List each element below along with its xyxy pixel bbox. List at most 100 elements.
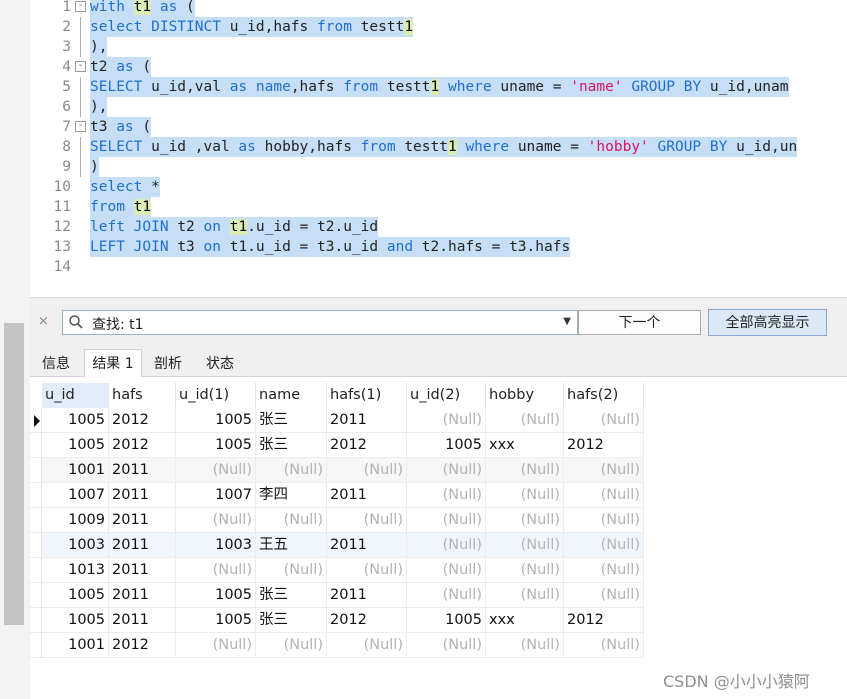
code-line[interactable]: 12 left JOIN t2 on t1.u_id = t2.u_id bbox=[30, 217, 847, 237]
row-indicator[interactable] bbox=[30, 483, 42, 508]
row-indicator[interactable] bbox=[30, 458, 42, 483]
table-cell[interactable]: 1003 bbox=[176, 533, 256, 558]
code-line[interactable]: 6), bbox=[30, 97, 847, 117]
table-cell[interactable]: 1005 bbox=[42, 433, 109, 458]
table-cell[interactable]: 2012 bbox=[564, 433, 644, 458]
table-cell[interactable]: (Null) bbox=[176, 458, 256, 483]
close-icon[interactable]: × bbox=[38, 314, 49, 329]
code-line[interactable]: 8 SELECT u_id ,val as hobby,hafs from te… bbox=[30, 137, 847, 157]
row-indicator[interactable] bbox=[30, 633, 42, 658]
table-cell[interactable]: 1005 bbox=[42, 608, 109, 633]
table-cell[interactable]: (Null) bbox=[564, 633, 644, 658]
table-cell[interactable]: (Null) bbox=[486, 633, 564, 658]
table-cell[interactable]: (Null) bbox=[564, 483, 644, 508]
tab-info[interactable]: 信息 bbox=[32, 351, 80, 377]
code-line[interactable]: 11 from t1 bbox=[30, 197, 847, 217]
row-indicator[interactable] bbox=[30, 533, 42, 558]
vertical-scrollbar-thumb[interactable] bbox=[4, 323, 24, 625]
table-cell[interactable]: 李四 bbox=[256, 483, 327, 508]
table-cell[interactable]: (Null) bbox=[564, 458, 644, 483]
table-cell[interactable]: 1005 bbox=[176, 583, 256, 608]
table-cell[interactable]: (Null) bbox=[564, 408, 644, 433]
table-cell[interactable]: (Null) bbox=[256, 558, 327, 583]
column-header[interactable]: u_id(2) bbox=[407, 383, 486, 408]
highlight-all-button[interactable]: 全部高亮显示 bbox=[708, 309, 827, 336]
table-cell[interactable]: 2011 bbox=[109, 483, 176, 508]
table-cell[interactable]: 张三 bbox=[256, 408, 327, 433]
table-cell[interactable]: (Null) bbox=[486, 558, 564, 583]
fold-toggle-icon[interactable]: - bbox=[75, 61, 86, 72]
column-header[interactable]: u_id(1) bbox=[176, 383, 256, 408]
table-cell[interactable]: (Null) bbox=[486, 533, 564, 558]
table-cell[interactable]: 张三 bbox=[256, 583, 327, 608]
table-cell[interactable]: (Null) bbox=[564, 533, 644, 558]
table-cell[interactable]: 1007 bbox=[176, 483, 256, 508]
code-line[interactable]: 2 select DISTINCT u_id,hafs from testt1 bbox=[30, 17, 847, 37]
table-cell[interactable]: (Null) bbox=[564, 583, 644, 608]
table-cell[interactable]: 2012 bbox=[564, 608, 644, 633]
table-cell[interactable]: (Null) bbox=[256, 458, 327, 483]
table-cell[interactable]: (Null) bbox=[486, 583, 564, 608]
chevron-down-icon[interactable]: ▼ bbox=[563, 316, 571, 327]
column-header[interactable]: name bbox=[256, 383, 327, 408]
table-cell[interactable]: (Null) bbox=[407, 458, 486, 483]
row-indicator[interactable] bbox=[30, 408, 42, 433]
table-cell[interactable]: 2011 bbox=[109, 608, 176, 633]
column-header[interactable]: hafs(1) bbox=[327, 383, 407, 408]
table-cell[interactable]: (Null) bbox=[327, 558, 407, 583]
table-cell[interactable]: 1007 bbox=[42, 483, 109, 508]
table-cell[interactable]: (Null) bbox=[176, 558, 256, 583]
table-cell[interactable]: (Null) bbox=[486, 483, 564, 508]
table-cell[interactable]: 张三 bbox=[256, 433, 327, 458]
table-cell[interactable]: 2012 bbox=[327, 433, 407, 458]
row-indicator[interactable] bbox=[30, 608, 42, 633]
table-cell[interactable]: (Null) bbox=[176, 508, 256, 533]
code-line[interactable]: 5 SELECT u_id,val as name,hafs from test… bbox=[30, 77, 847, 97]
table-cell[interactable]: 1005 bbox=[407, 433, 486, 458]
tab-result-1[interactable]: 结果 1 bbox=[84, 349, 142, 377]
table-cell[interactable]: (Null) bbox=[407, 583, 486, 608]
table-cell[interactable]: (Null) bbox=[564, 508, 644, 533]
table-cell[interactable]: 2011 bbox=[109, 458, 176, 483]
table-cell[interactable]: 1001 bbox=[42, 633, 109, 658]
table-cell[interactable]: (Null) bbox=[407, 408, 486, 433]
code-line[interactable]: 9) bbox=[30, 157, 847, 177]
table-cell[interactable]: (Null) bbox=[486, 508, 564, 533]
column-header[interactable]: hobby bbox=[486, 383, 564, 408]
table-cell[interactable]: (Null) bbox=[407, 508, 486, 533]
tab-status[interactable]: 状态 bbox=[194, 351, 246, 377]
table-cell[interactable]: (Null) bbox=[176, 633, 256, 658]
table-cell[interactable]: (Null) bbox=[407, 558, 486, 583]
table-cell[interactable]: 2011 bbox=[109, 533, 176, 558]
table-cell[interactable]: 2011 bbox=[109, 508, 176, 533]
table-cell[interactable]: (Null) bbox=[256, 633, 327, 658]
table-cell[interactable]: 张三 bbox=[256, 608, 327, 633]
code-line[interactable]: 7- t3 as ( bbox=[30, 117, 847, 137]
table-cell[interactable]: (Null) bbox=[327, 633, 407, 658]
tab-profile[interactable]: 剖析 bbox=[142, 351, 194, 377]
table-cell[interactable]: (Null) bbox=[407, 533, 486, 558]
table-cell[interactable]: 2012 bbox=[109, 633, 176, 658]
find-input[interactable]: 查找: t1 ▼ bbox=[62, 310, 578, 335]
column-header[interactable]: u_id bbox=[42, 383, 109, 408]
table-cell[interactable]: (Null) bbox=[407, 633, 486, 658]
code-line[interactable]: 13 LEFT JOIN t3 on t1.u_id = t3.u_id and … bbox=[30, 237, 847, 257]
table-cell[interactable]: 1005 bbox=[176, 408, 256, 433]
table-cell[interactable]: 2011 bbox=[109, 558, 176, 583]
table-cell[interactable]: 2012 bbox=[109, 433, 176, 458]
table-cell[interactable]: (Null) bbox=[256, 508, 327, 533]
table-cell[interactable]: 2011 bbox=[327, 483, 407, 508]
column-header[interactable]: hafs bbox=[109, 383, 176, 408]
table-cell[interactable]: xxx bbox=[486, 433, 564, 458]
code-line[interactable]: 14 bbox=[30, 257, 847, 277]
table-cell[interactable]: (Null) bbox=[486, 458, 564, 483]
table-cell[interactable]: 2011 bbox=[109, 583, 176, 608]
table-cell[interactable]: 2011 bbox=[327, 583, 407, 608]
fold-toggle-icon[interactable]: - bbox=[75, 1, 86, 12]
row-indicator[interactable] bbox=[30, 558, 42, 583]
find-next-button[interactable]: 下一个 bbox=[578, 310, 701, 335]
table-cell[interactable]: 2011 bbox=[327, 533, 407, 558]
row-indicator[interactable] bbox=[30, 508, 42, 533]
code-line[interactable]: 3), bbox=[30, 37, 847, 57]
code-line[interactable]: 1- with t1 as ( bbox=[30, 0, 847, 17]
